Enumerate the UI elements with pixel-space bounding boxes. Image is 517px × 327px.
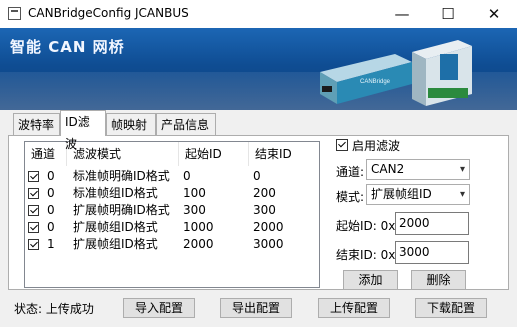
- chevron-down-icon: ▾: [459, 164, 465, 175]
- start-id-cell: 1000: [183, 220, 214, 234]
- end-id-cell: 2000: [253, 220, 284, 234]
- banner-title: 智能 CAN 网桥: [10, 38, 125, 56]
- table-row[interactable]: 0 扩展帧明确ID格式 300 300: [25, 202, 319, 219]
- end-id-cell: 3000: [253, 237, 284, 251]
- channel-cell: 0: [47, 186, 55, 200]
- window-title: CANBridgeConfig JCANBUS: [28, 6, 189, 20]
- export-config-button[interactable]: 导出配置: [220, 298, 292, 318]
- filter-list[interactable]: 通道 滤波模式 起始ID 结束ID 0 标准帧明确ID格式 0 0 0 标准帧组…: [24, 141, 320, 288]
- mode-cell: 扩展帧组ID格式: [73, 220, 158, 234]
- enable-filter-label: 启用滤波: [352, 139, 401, 153]
- mode-cell: 标准帧明确ID格式: [73, 169, 170, 183]
- end-id-cell: 0: [253, 169, 261, 183]
- channel-cell: 0: [47, 220, 55, 234]
- end-id-cell: 200: [253, 186, 276, 200]
- row-checkbox[interactable]: [28, 222, 39, 233]
- column-header-channel[interactable]: 通道: [25, 142, 67, 166]
- import-config-button[interactable]: 导入配置: [123, 298, 195, 318]
- delete-filter-button[interactable]: 删除: [411, 270, 466, 290]
- channel-cell: 0: [47, 203, 55, 217]
- tab-id-filter[interactable]: ID滤波: [60, 110, 106, 151]
- start-id-cell: 0: [183, 169, 191, 183]
- close-button[interactable]: ✕: [471, 0, 517, 28]
- mode-cell: 标准帧组ID格式: [73, 186, 158, 200]
- product-banner: 智能 CAN 网桥 CANBridge: [0, 28, 517, 110]
- start-id-cell: 2000: [183, 237, 214, 251]
- table-row[interactable]: 0 标准帧组ID格式 100 200: [25, 185, 319, 202]
- mode-select-value: 扩展帧组ID: [371, 187, 432, 201]
- app-icon: [8, 7, 21, 20]
- status-text: 状态: 上传成功: [14, 302, 94, 316]
- start-id-input[interactable]: 2000: [395, 212, 469, 235]
- device-label: CANBridge: [360, 79, 391, 85]
- row-checkbox[interactable]: [28, 188, 39, 199]
- title-bar: CANBridgeConfig JCANBUS — ☐ ✕: [0, 0, 517, 29]
- start-id-cell: 100: [183, 186, 206, 200]
- channel-cell: 1: [47, 237, 55, 251]
- table-row[interactable]: 0 标准帧明确ID格式 0 0: [25, 168, 319, 185]
- mode-cell: 扩展帧组ID格式: [73, 237, 158, 251]
- column-header-mode[interactable]: 滤波模式: [67, 142, 179, 166]
- download-config-button[interactable]: 下载配置: [415, 298, 487, 318]
- end-id-label: 结束ID: 0x: [336, 248, 396, 262]
- add-filter-button[interactable]: 添加: [343, 270, 398, 290]
- table-row[interactable]: 0 扩展帧组ID格式 1000 2000: [25, 219, 319, 236]
- minimize-button[interactable]: —: [379, 0, 425, 28]
- column-header-start-id[interactable]: 起始ID: [179, 142, 249, 166]
- end-id-input[interactable]: 3000: [395, 241, 469, 264]
- tab-frame-mapping[interactable]: 帧映射: [106, 113, 156, 135]
- column-header-end-id[interactable]: 结束ID: [249, 142, 319, 166]
- tab-baudrate[interactable]: 波特率: [13, 113, 60, 135]
- channel-select-value: CAN2: [371, 162, 405, 176]
- mode-label: 模式:: [336, 190, 365, 204]
- row-checkbox[interactable]: [28, 171, 39, 182]
- upload-config-button[interactable]: 上传配置: [318, 298, 390, 318]
- maximize-button[interactable]: ☐: [425, 0, 471, 28]
- row-checkbox[interactable]: [28, 205, 39, 216]
- device-image: CANBridge: [320, 40, 472, 106]
- start-id-cell: 300: [183, 203, 206, 217]
- end-id-cell: 300: [253, 203, 276, 217]
- row-checkbox[interactable]: [28, 239, 39, 250]
- channel-label: 通道:: [336, 165, 365, 179]
- start-id-label: 起始ID: 0x: [336, 219, 396, 233]
- tab-product-info[interactable]: 产品信息: [156, 113, 216, 135]
- channel-cell: 0: [47, 169, 55, 183]
- chevron-down-icon: ▾: [459, 189, 465, 200]
- mode-select[interactable]: 扩展帧组ID ▾: [366, 184, 470, 205]
- enable-filter-checkbox[interactable]: [336, 139, 348, 151]
- table-row[interactable]: 1 扩展帧组ID格式 2000 3000: [25, 236, 319, 253]
- channel-select[interactable]: CAN2 ▾: [366, 159, 470, 180]
- mode-cell: 扩展帧明确ID格式: [73, 203, 170, 217]
